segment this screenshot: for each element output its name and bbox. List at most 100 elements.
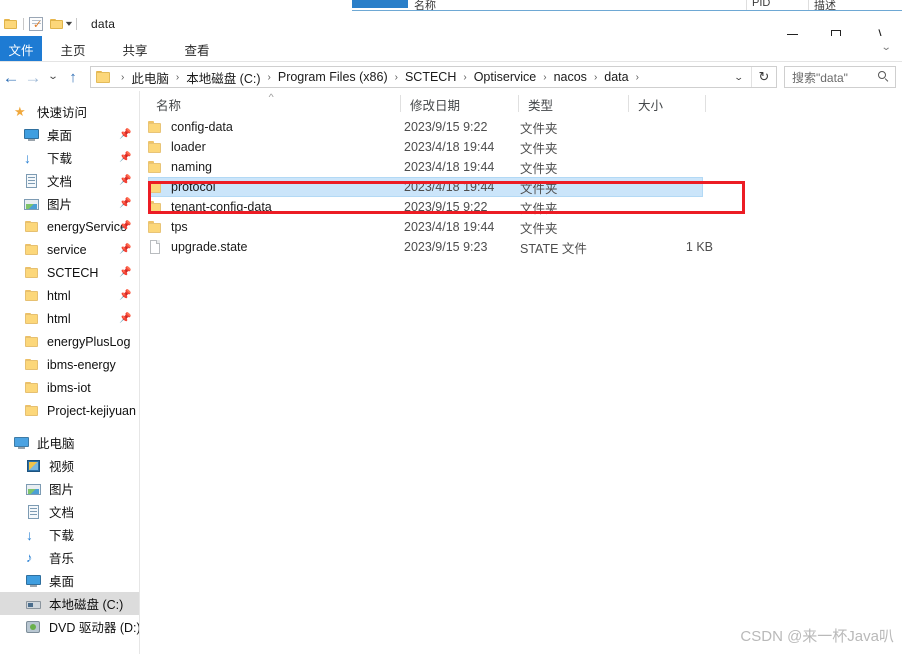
recent-locations-icon[interactable]: ⌄ xyxy=(41,64,65,90)
breadcrumb-separator[interactable]: › xyxy=(463,72,466,83)
breadcrumb-item-6[interactable]: data xyxy=(603,70,629,84)
breadcrumb-separator[interactable]: › xyxy=(636,72,639,83)
sidebar-item-downloads[interactable]: ↓ 下载 📌 xyxy=(0,146,139,169)
column-header-type[interactable]: 类型 xyxy=(520,91,628,117)
file-name-cell[interactable]: naming xyxy=(148,157,212,177)
column-header-size[interactable]: 大小 xyxy=(630,91,705,117)
back-button[interactable]: ← xyxy=(0,64,22,90)
pin-icon[interactable]: 📌 xyxy=(119,313,131,324)
sidebar-item-ibms-energy[interactable]: ibms-energy xyxy=(0,353,139,376)
breadcrumb-separator[interactable]: › xyxy=(543,72,546,83)
nav-label: html xyxy=(47,311,71,326)
sidebar-item-pictures-pc[interactable]: 图片 xyxy=(0,477,139,500)
pin-icon[interactable]: 📌 xyxy=(119,129,131,140)
breadcrumb-separator[interactable]: › xyxy=(594,72,597,83)
file-type-cell: 文件夹 xyxy=(520,201,558,216)
breadcrumb-item-1[interactable]: 本地磁盘 (C:) xyxy=(185,68,261,87)
search-box[interactable]: 搜索"data" xyxy=(784,66,896,88)
sidebar-item-project-kejiyuan[interactable]: Project-kejiyuan xyxy=(0,399,139,422)
pin-icon[interactable]: 📌 xyxy=(119,267,131,278)
column-header-date[interactable]: 修改日期 xyxy=(402,91,518,117)
breadcrumb-item-2[interactable]: Program Files (x86) xyxy=(277,70,389,84)
refresh-button[interactable]: ↻ xyxy=(751,67,776,87)
pin-icon[interactable]: 📌 xyxy=(119,198,131,209)
file-name: tps xyxy=(171,220,188,234)
pin-icon[interactable]: 📌 xyxy=(119,244,131,255)
table-row-selected[interactable]: protocol 2023/4/18 19:44 文件夹 xyxy=(140,177,902,197)
chevron-down-icon[interactable]: ⌄ xyxy=(734,72,744,83)
table-row[interactable]: upgrade.state 2023/9/15 9:23 STATE 文件 1 … xyxy=(140,237,902,257)
breadcrumb-item-3[interactable]: SCTECH xyxy=(404,70,457,84)
nav-label: 下载 xyxy=(49,529,75,543)
table-row[interactable]: tenant-config-data 2023/9/15 9:22 文件夹 xyxy=(140,197,902,217)
tab-home[interactable]: 主页 xyxy=(42,36,104,62)
tab-share[interactable]: 共享 xyxy=(104,36,166,62)
table-row[interactable]: config-data 2023/9/15 9:22 文件夹 xyxy=(140,117,902,137)
file-date-cell: 2023/4/18 19:44 xyxy=(404,180,495,194)
sidebar-item-documents-pc[interactable]: 文档 xyxy=(0,500,139,523)
folder-icon xyxy=(148,140,163,154)
pin-icon[interactable]: 📌 xyxy=(119,152,131,163)
column-divider[interactable] xyxy=(518,95,519,112)
breadcrumb-separator[interactable]: › xyxy=(395,72,398,83)
file-name-cell[interactable]: config-data xyxy=(148,117,233,137)
sidebar-item-downloads-pc[interactable]: ↓ 下载 xyxy=(0,523,139,546)
file-name-cell[interactable]: tenant-config-data xyxy=(148,197,272,217)
tab-file[interactable]: 文件 xyxy=(0,36,42,62)
table-row[interactable]: naming 2023/4/18 19:44 文件夹 xyxy=(140,157,902,177)
file-name-cell[interactable]: protocol xyxy=(148,177,215,197)
download-icon: ↓ xyxy=(24,149,31,166)
pin-icon[interactable]: 📌 xyxy=(119,175,131,186)
search-icon[interactable] xyxy=(878,71,890,83)
sidebar-item-desktop-pc[interactable]: 桌面 xyxy=(0,569,139,592)
sidebar-item-energyservice[interactable]: energyService 📌 xyxy=(0,215,139,238)
sidebar-item-desktop[interactable]: 桌面 📌 xyxy=(0,123,139,146)
sidebar-item-videos[interactable]: 视频 xyxy=(0,454,139,477)
column-divider[interactable] xyxy=(400,95,401,112)
toolbar-divider xyxy=(23,18,24,30)
nav-label: 此电脑 xyxy=(37,437,75,451)
sidebar-item-html-2[interactable]: html 📌 xyxy=(0,307,139,330)
pin-icon[interactable]: 📌 xyxy=(119,290,131,301)
file-date-cell: 2023/4/18 19:44 xyxy=(404,220,495,234)
file-name-cell[interactable]: upgrade.state xyxy=(148,237,247,257)
folder-icon xyxy=(24,243,40,257)
column-divider[interactable] xyxy=(628,95,629,112)
column-divider[interactable] xyxy=(705,95,706,112)
nav-group-this-pc[interactable]: 此电脑 xyxy=(0,431,139,454)
column-header-name[interactable]: 名称 xyxy=(148,91,400,117)
pin-icon[interactable]: 📌 xyxy=(119,221,131,232)
file-name-cell[interactable]: tps xyxy=(148,217,188,237)
table-row[interactable]: tps 2023/4/18 19:44 文件夹 xyxy=(140,217,902,237)
chevron-down-icon[interactable]: ⌄ xyxy=(880,42,891,53)
breadcrumb-item-0[interactable]: 此电脑 xyxy=(130,68,170,87)
sidebar-item-local-disk-c[interactable]: 本地磁盘 (C:) xyxy=(0,592,139,615)
folder-icon[interactable] xyxy=(4,18,18,30)
breadcrumb-separator[interactable]: › xyxy=(176,72,179,83)
file-type-cell: 文件夹 xyxy=(520,121,558,136)
sidebar-item-pictures[interactable]: 图片 📌 xyxy=(0,192,139,215)
sidebar-item-documents[interactable]: 文档 📌 xyxy=(0,169,139,192)
table-row[interactable]: loader 2023/4/18 19:44 文件夹 xyxy=(140,137,902,157)
sidebar-item-service[interactable]: service 📌 xyxy=(0,238,139,261)
sidebar-item-music[interactable]: ♪ 音乐 xyxy=(0,546,139,569)
new-folder-icon[interactable] xyxy=(50,18,64,30)
sidebar-item-dvd-drive-d[interactable]: DVD 驱动器 (D:) S! xyxy=(0,615,139,638)
sidebar-item-html-1[interactable]: html 📌 xyxy=(0,284,139,307)
sidebar-item-energypluslog[interactable]: energyPlusLog xyxy=(0,330,139,353)
breadcrumb-item-5[interactable]: nacos xyxy=(553,70,588,84)
search-input[interactable]: 搜索"data" xyxy=(792,69,848,86)
file-name-cell[interactable]: loader xyxy=(148,137,206,157)
dvd-icon xyxy=(26,620,42,634)
breadcrumb-bar[interactable]: › 此电脑 › 本地磁盘 (C:) › Program Files (x86) … xyxy=(90,66,777,88)
nav-label: ibms-energy xyxy=(47,357,116,372)
tab-view[interactable]: 查看 xyxy=(166,36,228,62)
sidebar-item-sctech[interactable]: SCTECH 📌 xyxy=(0,261,139,284)
nav-group-quick-access[interactable]: ★ 快速访问 xyxy=(0,100,139,123)
properties-icon[interactable]: ✓ xyxy=(29,17,43,31)
sidebar-item-ibms-iot[interactable]: ibms-iot xyxy=(0,376,139,399)
breadcrumb-item-4[interactable]: Optiservice xyxy=(473,70,538,84)
breadcrumb-separator[interactable]: › xyxy=(268,72,271,83)
chevron-down-icon[interactable]: ▾ xyxy=(66,20,72,28)
up-button[interactable]: ↑ xyxy=(62,64,84,90)
